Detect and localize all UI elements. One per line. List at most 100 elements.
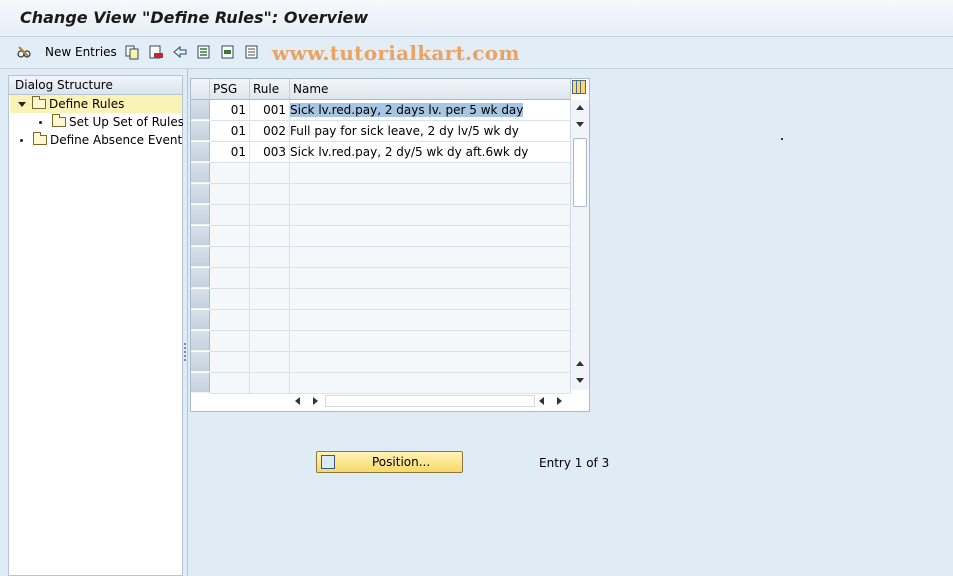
cell-rule[interactable] xyxy=(250,205,290,226)
cell-name[interactable] xyxy=(290,331,571,352)
tree-item-label: Define Absence Event xyxy=(50,133,183,147)
row-selector[interactable] xyxy=(191,100,210,120)
cell-psg[interactable]: 01 xyxy=(210,121,250,142)
column-header-name[interactable]: Name xyxy=(290,79,571,100)
position-button-label: Position... xyxy=(372,455,431,469)
cell-name[interactable] xyxy=(290,205,571,226)
vertical-scrollbar[interactable] xyxy=(570,100,589,390)
cell-name[interactable] xyxy=(290,163,571,184)
cell-name[interactable] xyxy=(290,289,571,310)
cell-psg[interactable] xyxy=(210,184,250,205)
cell-psg[interactable] xyxy=(210,205,250,226)
stray-dot xyxy=(781,138,783,140)
column-header-psg[interactable]: PSG xyxy=(210,79,250,100)
undo-icon[interactable] xyxy=(172,44,188,60)
delete-icon[interactable] xyxy=(148,44,164,60)
cell-rule[interactable] xyxy=(250,184,290,205)
row-selector[interactable] xyxy=(191,310,210,330)
cell-rule[interactable] xyxy=(250,268,290,289)
scroll-right-icon[interactable] xyxy=(313,397,318,405)
row-selector[interactable] xyxy=(191,142,210,162)
folder-open-icon xyxy=(32,96,46,109)
tree-item-define-rules[interactable]: Define Rules xyxy=(10,95,182,113)
row-selector[interactable] xyxy=(191,163,210,183)
row-selector[interactable] xyxy=(191,268,210,288)
row-selector[interactable] xyxy=(191,373,210,393)
cell-name[interactable]: Sick lv.red.pay, 2 days lv. per 5 wk day xyxy=(290,100,571,121)
cell-psg[interactable] xyxy=(210,163,250,184)
folder-icon xyxy=(52,114,66,127)
tree-item-label: Set Up Set of Rules xyxy=(69,115,185,129)
cell-rule[interactable] xyxy=(250,163,290,184)
edit-glasses-icon[interactable] xyxy=(16,44,32,60)
row-selector[interactable] xyxy=(191,205,210,225)
cell-name[interactable] xyxy=(290,247,571,268)
deselect-all-icon[interactable] xyxy=(244,44,260,60)
horizontal-scroll-track[interactable] xyxy=(325,395,535,407)
select-all-icon[interactable] xyxy=(196,44,212,60)
cell-psg[interactable] xyxy=(210,352,250,373)
scroll-page-down-icon[interactable] xyxy=(576,378,584,383)
row-selector[interactable] xyxy=(191,289,210,309)
scroll-left-icon[interactable] xyxy=(295,397,300,405)
entry-counter: Entry 1 of 3 xyxy=(539,456,610,470)
cell-psg[interactable] xyxy=(210,310,250,331)
bullet-icon xyxy=(39,121,42,124)
cell-name[interactable] xyxy=(290,226,571,247)
cell-name[interactable] xyxy=(290,310,571,331)
cell-rule[interactable]: 002 xyxy=(250,121,290,142)
row-selector[interactable] xyxy=(191,352,210,372)
cell-rule[interactable] xyxy=(250,226,290,247)
cell-name[interactable] xyxy=(290,268,571,289)
cell-rule[interactable] xyxy=(250,331,290,352)
cell-psg[interactable] xyxy=(210,268,250,289)
cell-psg-text: 01 xyxy=(230,124,246,138)
cell-psg[interactable] xyxy=(210,247,250,268)
new-entries-button[interactable]: New Entries xyxy=(45,45,117,59)
select-all-column-header[interactable] xyxy=(191,79,210,100)
panel-splitter[interactable] xyxy=(183,75,187,576)
table-settings-icon[interactable] xyxy=(572,80,586,94)
cell-psg[interactable] xyxy=(210,226,250,247)
row-selector[interactable] xyxy=(191,226,210,246)
cell-psg[interactable] xyxy=(210,289,250,310)
row-selector[interactable] xyxy=(191,121,210,141)
column-header-rule[interactable]: Rule xyxy=(250,79,290,100)
scroll-right-end-icon[interactable] xyxy=(557,397,562,405)
cell-name-text: Full pay for sick leave, 2 dy lv/5 wk dy xyxy=(290,124,519,138)
dialog-structure-panel: Dialog Structure Define Rules Set Up Set… xyxy=(8,75,185,576)
rules-table: PSG Rule Name 01 001 Sick lv.red.pay, 2 da… xyxy=(190,78,590,412)
scroll-page-up-icon[interactable] xyxy=(576,361,584,366)
cell-rule[interactable] xyxy=(250,310,290,331)
tree-item-define-absence-event[interactable]: Define Absence Event xyxy=(10,131,182,149)
tree-item-set-up-set-of-rules[interactable]: Set Up Set of Rules xyxy=(10,113,185,131)
cell-name[interactable] xyxy=(290,184,571,205)
cell-psg[interactable] xyxy=(210,331,250,352)
scroll-left-end-icon[interactable] xyxy=(539,397,544,405)
position-icon xyxy=(321,455,335,469)
row-selector[interactable] xyxy=(191,331,210,351)
copy-icon[interactable] xyxy=(124,44,140,60)
cell-rule[interactable] xyxy=(250,247,290,268)
tree-item-label: Define Rules xyxy=(49,97,125,111)
window-title: Change View "Define Rules": Overview xyxy=(20,8,369,27)
cell-rule-text: 003 xyxy=(263,145,286,159)
position-button[interactable]: Position... xyxy=(316,451,463,473)
cell-psg[interactable]: 01 xyxy=(210,142,250,163)
cell-rule[interactable] xyxy=(250,352,290,373)
scroll-up-icon[interactable] xyxy=(576,105,584,110)
cell-name[interactable] xyxy=(290,352,571,373)
row-selector[interactable] xyxy=(191,247,210,267)
cell-rule[interactable]: 001 xyxy=(250,100,290,121)
cell-psg[interactable]: 01 xyxy=(210,100,250,121)
cell-name-text: Sick lv.red.pay, 2 days lv. per 5 wk day xyxy=(290,103,524,117)
cell-rule[interactable]: 003 xyxy=(250,142,290,163)
scroll-down-icon[interactable] xyxy=(576,122,584,127)
cell-name[interactable]: Full pay for sick leave, 2 dy lv/5 wk dy xyxy=(290,121,571,142)
expand-triangle-icon[interactable] xyxy=(18,102,26,107)
cell-name[interactable]: Sick lv.red.pay, 2 dy/5 wk dy aft.6wk dy xyxy=(290,142,571,163)
row-selector[interactable] xyxy=(191,184,210,204)
scroll-thumb[interactable] xyxy=(573,138,587,207)
select-block-icon[interactable] xyxy=(220,44,236,60)
cell-rule[interactable] xyxy=(250,289,290,310)
